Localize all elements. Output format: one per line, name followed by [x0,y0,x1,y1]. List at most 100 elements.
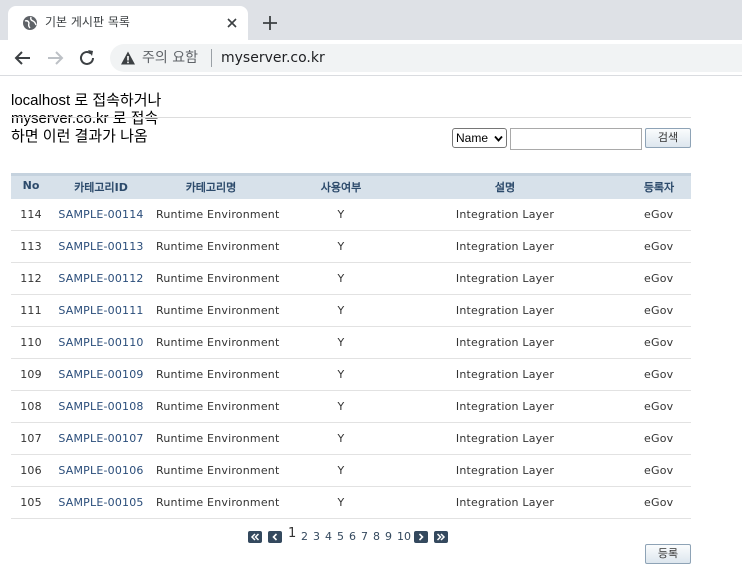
browser-tabstrip: 기본 게시판 목록 [0,0,742,40]
table-row[interactable]: 112 SAMPLE-00112 Runtime Environment Y Integ… [11,263,691,295]
close-icon[interactable] [224,15,240,31]
cell-category-name: Runtime Environment [156,304,280,317]
cell-category-name: Runtime Environment [156,400,280,413]
search-keyword-input[interactable] [510,128,642,150]
next-page-icon[interactable] [414,531,428,543]
cell-no: 108 [20,400,42,413]
cell-description: Integration Layer [455,496,555,509]
table-row[interactable]: 109 SAMPLE-00109 Runtime Environment Y Integ… [11,359,691,391]
cell-no: 112 [20,272,42,285]
reload-icon[interactable] [77,48,97,68]
cell-use-yn: Y [337,336,345,349]
cell-no: 113 [20,240,42,253]
column-header-category-name: 카테고리명 [185,181,237,194]
forward-arrow-icon[interactable] [45,48,65,68]
cell-description: Integration Layer [455,208,555,221]
warning-icon[interactable] [120,50,136,66]
tab-title: 기본 게시판 목록 [45,15,130,29]
current-page: 1 [288,526,297,541]
back-arrow-icon[interactable] [13,48,33,68]
cell-category-id-link[interactable]: SAMPLE-00110 [51,336,151,350]
cell-description: Integration Layer [455,272,555,285]
table-row[interactable]: 114 SAMPLE-00114 Runtime Environment Y Integ… [11,199,691,231]
last-page-icon[interactable] [434,531,448,543]
page-link[interactable]: 4 [325,530,332,544]
page-link[interactable]: 9 [385,530,392,544]
table-row[interactable]: 107 SAMPLE-00107 Runtime Environment Y Integ… [11,423,691,455]
security-status-label[interactable]: 주의 요함 [142,50,198,66]
url-text[interactable]: myserver.co.kr [221,50,325,66]
cell-category-name: Runtime Environment [156,208,280,221]
cell-category-id-link[interactable]: SAMPLE-00111 [51,304,151,318]
cell-category-id-link[interactable]: SAMPLE-00113 [51,240,151,254]
page-link[interactable]: 8 [373,530,380,544]
cell-registrant: eGov [644,240,674,253]
cell-use-yn: Y [337,432,345,445]
browser-tab[interactable]: 기본 게시판 목록 [8,6,248,40]
column-header-category-id: 카테고리ID [74,181,128,194]
page-link[interactable]: 2 [301,530,308,544]
address-bar[interactable]: 주의 요함 myserver.co.kr [110,44,742,72]
table-row[interactable]: 111 SAMPLE-00111 Runtime Environment Y Integ… [11,295,691,327]
cell-category-id-link[interactable]: SAMPLE-00106 [51,464,151,478]
cell-category-id-link[interactable]: SAMPLE-00112 [51,272,151,286]
cell-no: 110 [20,336,42,349]
cell-use-yn: Y [337,272,345,285]
annotation-text: localhost 로 접속하거나 myserver.co.kr 로 접속 하면… [11,92,161,146]
cell-registrant: eGov [644,368,674,381]
cell-no: 106 [20,464,42,477]
column-header-registrant: 등록자 [643,181,675,194]
search-button[interactable]: 검색 [645,128,691,148]
cell-category-name: Runtime Environment [156,336,280,349]
first-page-icon[interactable] [248,531,262,543]
cell-category-name: Runtime Environment [156,432,280,445]
cell-category-id-link[interactable]: SAMPLE-00114 [51,208,151,222]
cell-no: 114 [20,208,42,221]
column-header-description: 설명 [494,181,516,194]
table-body: 114 SAMPLE-00114 Runtime Environment Y Integ… [11,199,691,519]
column-header-no: No [22,179,40,192]
cell-category-id-link[interactable]: SAMPLE-00105 [51,496,151,510]
table-row[interactable]: 105 SAMPLE-00105 Runtime Environment Y Integ… [11,487,691,519]
page-link[interactable]: 6 [349,530,356,544]
cell-category-name: Runtime Environment [156,272,280,285]
cell-description: Integration Layer [455,336,555,349]
cell-registrant: eGov [644,464,674,477]
cell-use-yn: Y [337,208,345,221]
pagination: 1 2 3 4 5 6 7 8 9 10 [0,526,742,546]
page-link[interactable]: 7 [361,530,368,544]
table-row[interactable]: 110 SAMPLE-00110 Runtime Environment Y Integ… [11,327,691,359]
search-condition-select[interactable]: Name [452,128,507,148]
cell-category-name: Runtime Environment [156,368,280,381]
table-header: No 카테고리ID 카테고리명 사용여부 설명 등록자 [11,173,691,199]
new-tab-icon[interactable] [260,13,280,33]
page-link[interactable]: 5 [337,530,344,544]
cell-description: Integration Layer [455,304,555,317]
cell-use-yn: Y [337,464,345,477]
divider [11,117,691,118]
cell-registrant: eGov [644,336,674,349]
cell-no: 111 [20,304,42,317]
register-button[interactable]: 등록 [645,544,691,564]
cell-no: 109 [20,368,42,381]
category-table: No 카테고리ID 카테고리명 사용여부 설명 등록자 114 SAMPLE-00… [11,173,691,519]
annotation-line: myserver.co.kr 로 접속 [11,110,159,127]
cell-category-id-link[interactable]: SAMPLE-00108 [51,400,151,414]
cell-use-yn: Y [337,304,345,317]
cell-registrant: eGov [644,208,674,221]
cell-use-yn: Y [337,400,345,413]
annotation-line: 하면 이런 결과가 나옴 [11,128,148,145]
table-row[interactable]: 108 SAMPLE-00108 Runtime Environment Y Integ… [11,391,691,423]
page-link[interactable]: 10 [397,530,411,544]
cell-registrant: eGov [644,432,674,445]
cell-registrant: eGov [644,496,674,509]
table-row[interactable]: 113 SAMPLE-00113 Runtime Environment Y Integ… [11,231,691,263]
cell-category-id-link[interactable]: SAMPLE-00107 [51,432,151,446]
table-row[interactable]: 106 SAMPLE-00106 Runtime Environment Y Integ… [11,455,691,487]
cell-description: Integration Layer [455,464,555,477]
cell-category-id-link[interactable]: SAMPLE-00109 [51,368,151,382]
cell-no: 107 [20,432,42,445]
column-header-use-yn: 사용여부 [320,181,362,194]
prev-page-icon[interactable] [268,531,282,543]
page-link[interactable]: 3 [313,530,320,544]
